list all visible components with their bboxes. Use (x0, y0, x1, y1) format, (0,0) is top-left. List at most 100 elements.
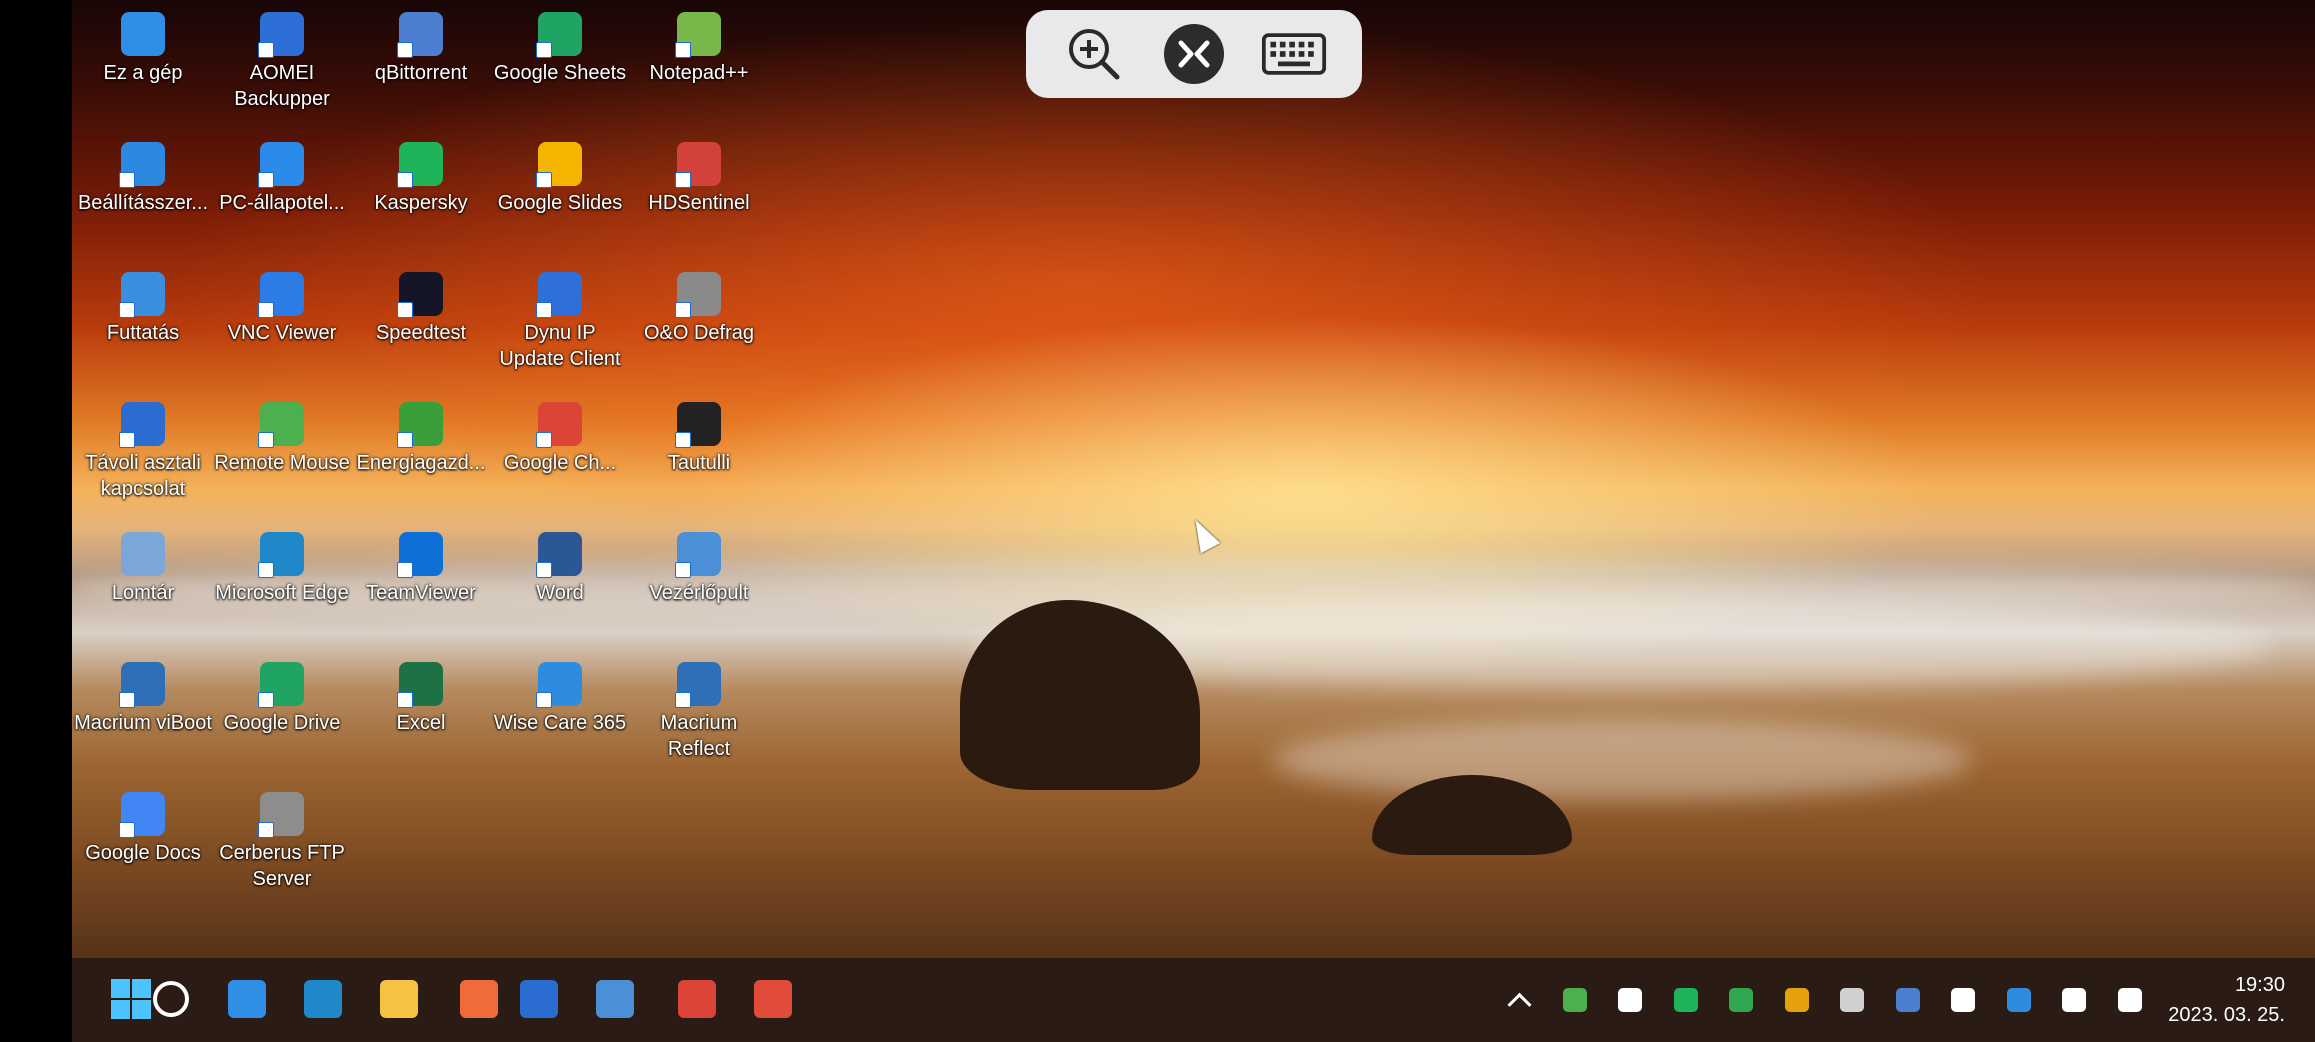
desktop-icon-label: Ez a gép (103, 62, 183, 84)
desktop-icon-label: Google Slides (497, 192, 623, 214)
taskbar-app[interactable] (224, 976, 270, 1022)
desktop-icon[interactable]: Vezérlőpult (630, 532, 768, 606)
desktop-icon[interactable]: O&O Defrag (630, 272, 768, 346)
desktop-icon-label: qBittorrent (374, 62, 468, 84)
desktop-icon-label: VNC Viewer (227, 322, 337, 344)
desktop-icon[interactable]: Macrium Reflect (630, 662, 768, 762)
desktop-icon[interactable]: Macrium viBoot (74, 662, 212, 736)
taskbar-app[interactable] (148, 976, 194, 1022)
taskbar-clock[interactable]: 19:30 2023. 03. 25. (2168, 970, 2285, 1030)
speedtest-icon (397, 272, 443, 318)
taskbar-app[interactable] (376, 976, 422, 1022)
desktop-icon[interactable]: AOMEI Backupper (213, 12, 351, 112)
tray-item[interactable] (1949, 986, 1977, 1014)
network-monitor-tray-icon (1840, 988, 1864, 1012)
desktop-icon[interactable]: Wise Care 365 (491, 662, 629, 736)
desktop-icon[interactable]: Google Slides (491, 142, 629, 216)
network-tray-icon (2062, 988, 2086, 1012)
hdsentinel-icon (675, 142, 721, 188)
desktop-icon-label: Google Ch... (503, 452, 617, 474)
word-icon (536, 532, 582, 578)
desktop-icon-label: PC-állapotel... (219, 192, 345, 214)
keyboard-button[interactable] (1261, 21, 1327, 87)
desktop-icon[interactable]: Tautulli (630, 402, 768, 476)
tray-item[interactable] (1672, 986, 1700, 1014)
taskbar-app[interactable] (592, 976, 638, 1022)
desktop-icon[interactable]: Speedtest (352, 272, 490, 346)
remote-control-toolbar (1026, 10, 1362, 98)
desktop-icon-label: Dynu IP Update Client (499, 322, 621, 370)
google-slides-icon (536, 142, 582, 188)
desktop-icon-label: Microsoft Edge (215, 582, 349, 604)
run-icon (119, 272, 165, 318)
chrome-icon (536, 402, 582, 448)
desktop-icon[interactable]: Notepad++ (630, 12, 768, 86)
desktop-icon[interactable]: Google Sheets (491, 12, 629, 86)
desktop-icon[interactable]: Dynu IP Update Client (491, 272, 629, 372)
file-explorer-icon (380, 980, 418, 1018)
teamviewer-tray-icon (1618, 988, 1642, 1012)
tray-item[interactable] (1783, 986, 1811, 1014)
recycle-bin-icon (121, 532, 165, 576)
monitor-icon (121, 12, 165, 56)
taskbar-app[interactable] (456, 976, 502, 1022)
clock-time: 19:30 (2234, 974, 2285, 996)
desktop-icon-label: Lomtár (111, 582, 175, 604)
pc-health-icon (258, 142, 304, 188)
desktop-icon-label: TeamViewer (366, 582, 476, 604)
desktop-icon-label: Notepad++ (649, 62, 749, 84)
tray-item[interactable] (2005, 986, 2033, 1014)
desktop-icon[interactable]: qBittorrent (352, 12, 490, 86)
qbittorrent-icon (397, 12, 443, 58)
desktop-icon-label: Távoli asztali kapcsolat (85, 452, 201, 500)
tray-item[interactable] (1838, 986, 1866, 1014)
desktop-icon[interactable]: Google Ch... (491, 402, 629, 476)
search-icon (153, 981, 189, 1017)
remote-connect-button[interactable] (1161, 21, 1227, 87)
google-docs-icon (119, 792, 165, 838)
notepadpp-icon (675, 12, 721, 58)
desktop-icon-label: Speedtest (375, 322, 467, 344)
desktop-icon[interactable]: Energiagazd... (352, 402, 490, 476)
desktop-icon[interactable]: Lomtár (74, 532, 212, 606)
tray-item[interactable] (1505, 986, 1533, 1017)
tray-item[interactable] (1894, 986, 1922, 1014)
desktop-icon[interactable]: PC-állapotel... (213, 142, 351, 216)
desktop-icon[interactable]: Google Docs (74, 792, 212, 866)
tray-item[interactable] (2060, 986, 2088, 1014)
google-sheets-icon (536, 12, 582, 58)
desktop-icon[interactable]: Kaspersky (352, 142, 490, 216)
desktop-icon-label: Word (536, 582, 584, 604)
taskbar-app[interactable] (516, 976, 562, 1022)
desktop-icon[interactable]: Beállításszer... (74, 142, 212, 216)
desktop-icon-label: Tautulli (667, 452, 731, 474)
usb-tray-icon (1951, 988, 1975, 1012)
desktop-icon[interactable]: Word (491, 532, 629, 606)
taskbar-app[interactable] (300, 976, 346, 1022)
desktop-icon[interactable]: VNC Viewer (213, 272, 351, 346)
desktop-icon[interactable]: Remote Mouse (213, 402, 351, 476)
desktop-icon[interactable]: Távoli asztali kapcsolat (74, 402, 212, 502)
desktop-icon[interactable]: TeamViewer (352, 532, 490, 606)
desktop-icon-label: Wise Care 365 (493, 712, 627, 734)
tray-item[interactable] (1616, 986, 1644, 1014)
remote-mouse-icon (258, 402, 304, 448)
desktop-icon[interactable]: HDSentinel (630, 142, 768, 216)
taskbar-app[interactable] (674, 976, 720, 1022)
desktop-icon[interactable]: Cerberus FTP Server (213, 792, 351, 892)
tray-item[interactable] (1727, 986, 1755, 1014)
desktop-icon[interactable]: Microsoft Edge (213, 532, 351, 606)
chrome-icon (678, 980, 716, 1018)
desktop-icon-label: HDSentinel (648, 192, 750, 214)
desktop-icon[interactable]: Excel (352, 662, 490, 736)
desktop-icon[interactable]: Google Drive (213, 662, 351, 736)
tray-item[interactable] (2116, 986, 2144, 1014)
desktop-icon[interactable]: Futtatás (74, 272, 212, 346)
cerberus-ftp-icon (258, 792, 304, 838)
desktop-icon-label: Macrium Reflect (660, 712, 738, 760)
desktop-icon[interactable]: Ez a gép (74, 12, 212, 86)
energy-icon (397, 402, 443, 448)
taskbar-app[interactable] (750, 976, 796, 1022)
tray-item[interactable] (1561, 986, 1589, 1014)
zoom-in-button[interactable] (1061, 21, 1127, 87)
